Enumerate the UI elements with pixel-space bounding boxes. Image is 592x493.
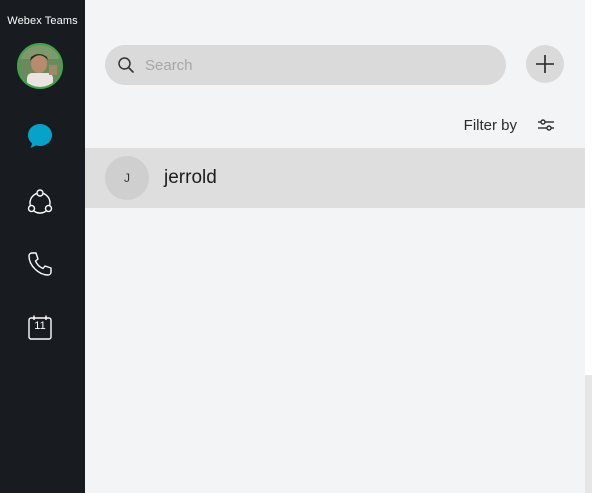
filter-label: Filter by xyxy=(463,116,517,134)
space-avatar: J xyxy=(105,156,149,200)
search-icon xyxy=(118,57,134,73)
chat-bubble-icon xyxy=(28,124,52,148)
search-bar[interactable] xyxy=(105,45,506,85)
calendar-day: 11 xyxy=(34,320,46,332)
sidebar-item-calls[interactable] xyxy=(22,246,58,282)
app-title: Webex Teams xyxy=(7,15,78,27)
sidebar-item-teams[interactable] xyxy=(22,184,58,220)
space-list: J jerrold xyxy=(85,148,585,208)
spaces-panel: Filter by J jerrold xyxy=(85,0,585,493)
phone-icon xyxy=(28,252,52,276)
search-input[interactable] xyxy=(145,56,475,74)
user-avatar[interactable] xyxy=(17,43,63,89)
filter-button[interactable]: Filter by xyxy=(464,114,555,136)
space-name: jerrold xyxy=(164,167,217,188)
add-button[interactable] xyxy=(526,45,564,83)
navigation-rail: Webex Teams 11 xyxy=(0,0,85,493)
teams-icon xyxy=(27,189,53,214)
plus-icon xyxy=(536,55,554,73)
sidebar-item-messaging[interactable] xyxy=(22,118,58,154)
space-list-item[interactable]: J jerrold xyxy=(85,148,585,208)
user-avatar-image xyxy=(19,45,61,87)
sidebar-item-meetings[interactable]: 11 xyxy=(22,309,58,345)
scrollbar[interactable] xyxy=(585,375,592,493)
filter-sliders-icon xyxy=(538,119,554,131)
